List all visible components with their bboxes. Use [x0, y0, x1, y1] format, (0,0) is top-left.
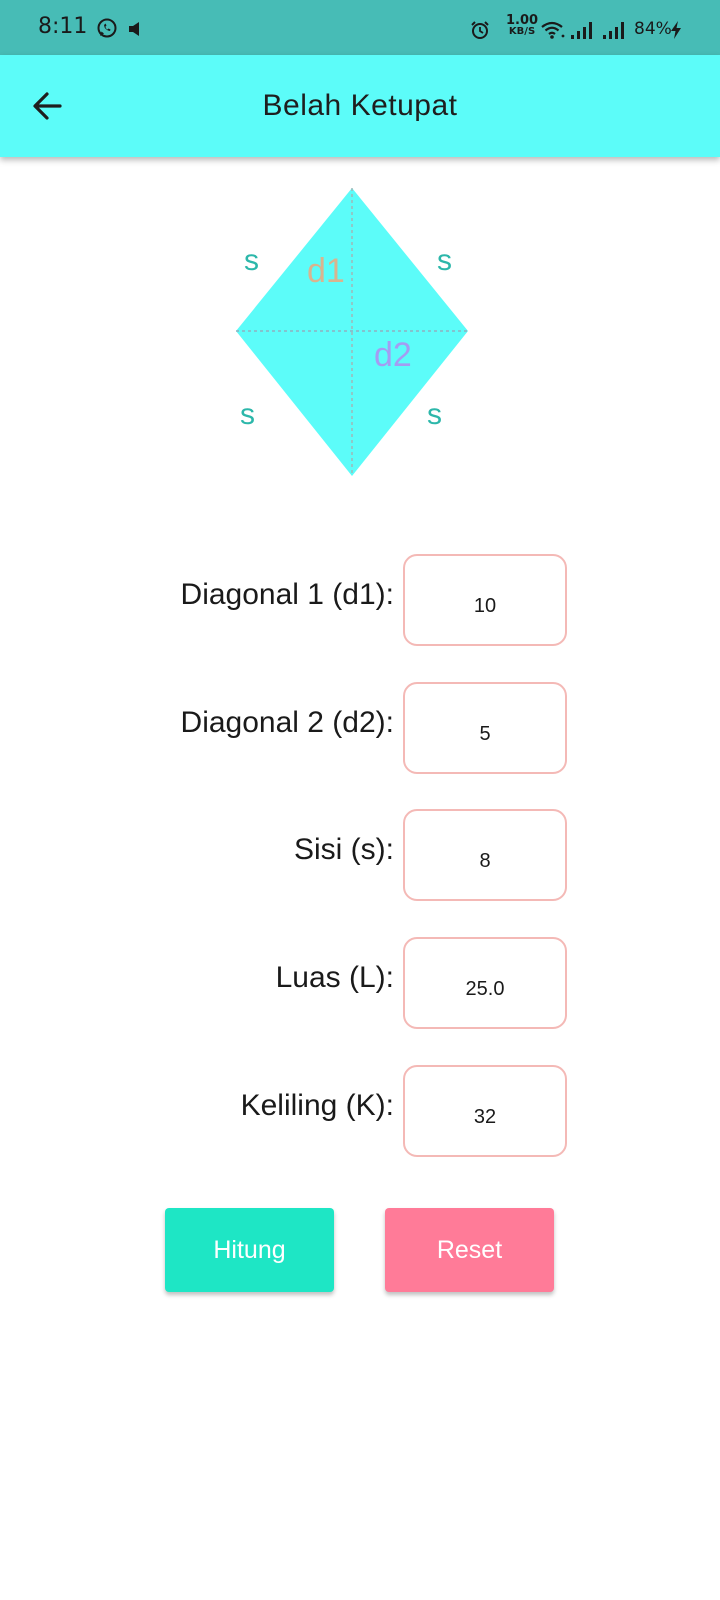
- reset-button[interactable]: Reset: [385, 1208, 554, 1292]
- diagonal-1-label: d1: [307, 252, 345, 290]
- area-output[interactable]: [403, 937, 567, 1029]
- diagonal-2-input[interactable]: [403, 682, 567, 774]
- calculate-button[interactable]: Hitung: [165, 1208, 334, 1292]
- side-label-top-right: s: [437, 244, 452, 277]
- side-input[interactable]: [403, 809, 567, 901]
- signal-icon-1: [571, 22, 592, 39]
- perimeter-output[interactable]: [403, 1065, 567, 1157]
- side-label-bottom-left: s: [240, 398, 255, 431]
- network-speed-unit: KB/S: [508, 26, 536, 37]
- status-bar: 8:11 1.00 KB/S 84%: [0, 0, 720, 55]
- whatsapp-icon: [97, 18, 117, 38]
- form-row-perimeter: Keliling (K):: [0, 1065, 720, 1157]
- volume-icon: [129, 22, 139, 36]
- diagonal-2-label-text: Diagonal 2 (d2):: [180, 706, 394, 739]
- form-row-area: Luas (L):: [0, 937, 720, 1029]
- wifi-icon: [541, 21, 565, 39]
- network-speed: 1.00 KB/S: [506, 13, 539, 37]
- diagonal-1-label-text: Diagonal 1 (d1):: [180, 578, 394, 611]
- charging-icon: [671, 21, 681, 39]
- diagonal-2-label: d2: [374, 336, 412, 374]
- area-label-text: Luas (L):: [275, 961, 394, 994]
- page-title: Belah Ketupat: [262, 89, 458, 122]
- form-row-diagonal-1: Diagonal 1 (d1):: [0, 554, 720, 646]
- network-speed-value: 1.00: [506, 13, 539, 28]
- side-label-text: Sisi (s):: [294, 833, 394, 866]
- perimeter-label-text: Keliling (K):: [240, 1089, 394, 1122]
- diagonal-1-input[interactable]: [403, 554, 567, 646]
- status-time: 8:11: [38, 14, 88, 39]
- app-bar: Belah Ketupat: [0, 55, 720, 157]
- alarm-icon: [471, 21, 489, 39]
- battery-percentage: 84%: [634, 19, 672, 39]
- form-row-side: Sisi (s):: [0, 809, 720, 901]
- side-label-bottom-right: s: [427, 398, 442, 431]
- side-label-top-left: s: [244, 244, 259, 277]
- rhombus-diagram: s s s s d1 d2: [236, 188, 468, 476]
- signal-icon-2: [603, 22, 624, 39]
- form-row-diagonal-2: Diagonal 2 (d2):: [0, 682, 720, 774]
